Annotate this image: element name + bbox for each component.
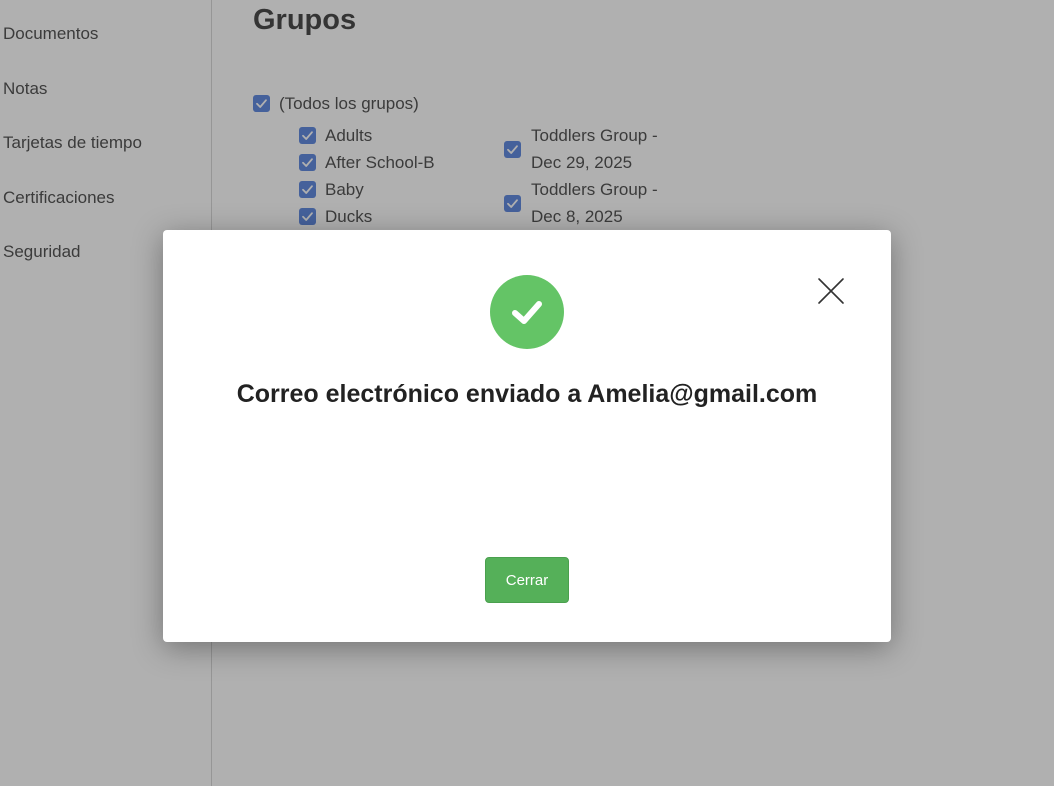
close-button[interactable]: Cerrar <box>485 557 569 603</box>
success-message: Correo electrónico enviado a Amelia@gmai… <box>236 380 818 408</box>
email-sent-dialog: Correo electrónico enviado a Amelia@gmai… <box>163 230 891 642</box>
check-circle-icon <box>490 275 564 349</box>
close-icon[interactable] <box>815 275 847 307</box>
